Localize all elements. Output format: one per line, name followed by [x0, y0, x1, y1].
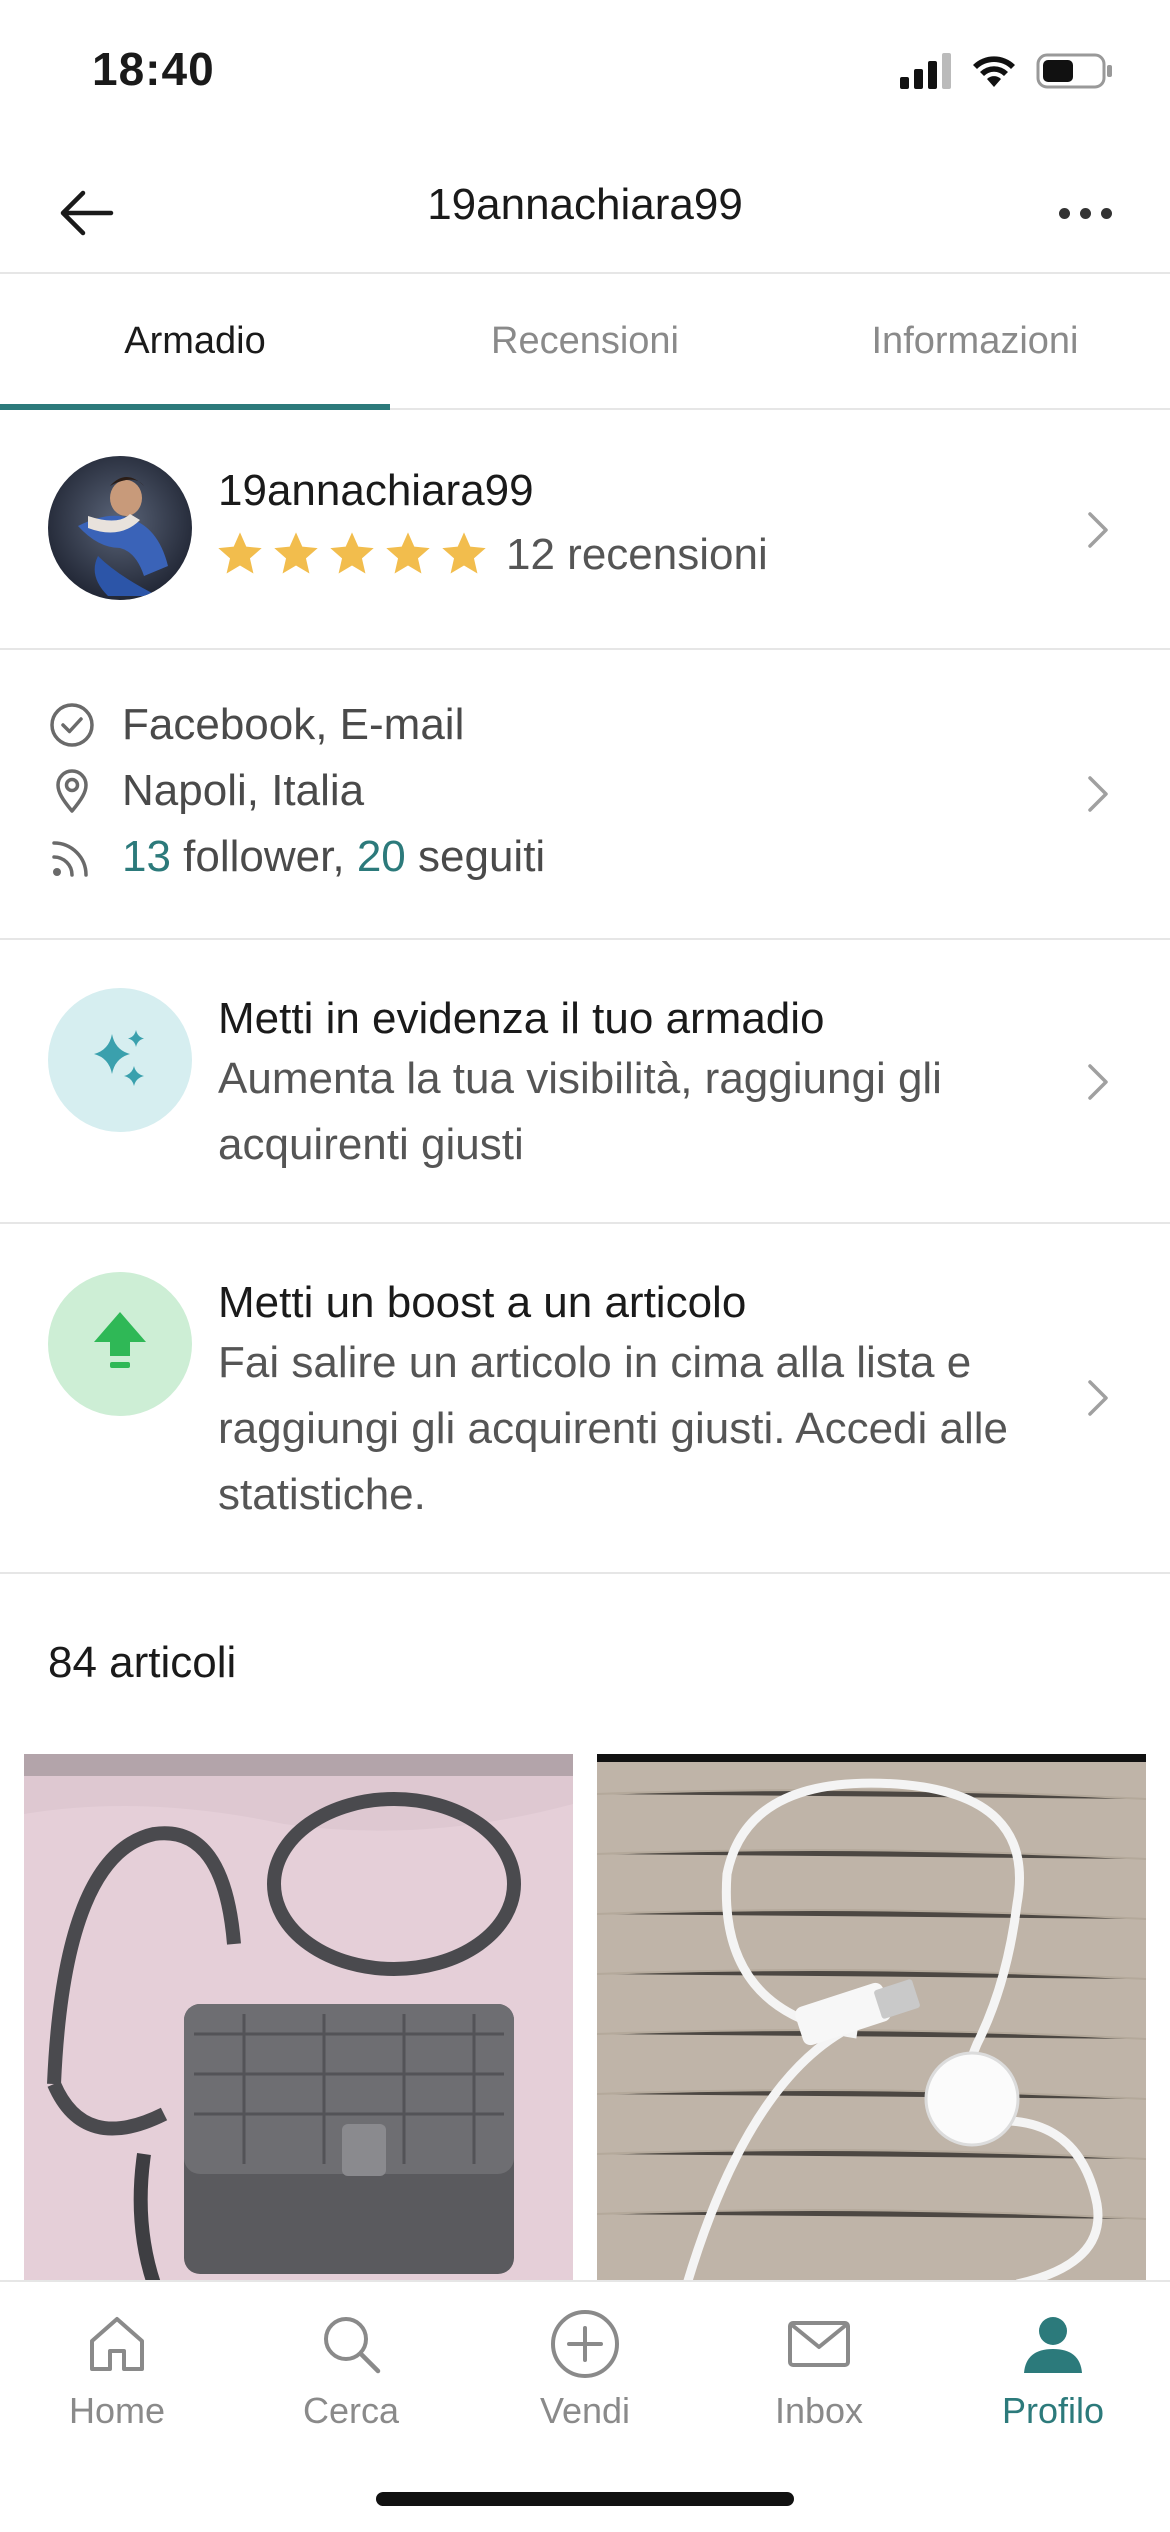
battery-icon [1036, 53, 1112, 89]
promo-wardrobe-text: Aumenta la tua visibilità, raggiungi gli… [218, 1054, 942, 1169]
item-card-bag[interactable] [24, 1754, 573, 2284]
bottom-tab-bar: Home Cerca Vendi Inbox Profilo [0, 2280, 1170, 2532]
chevron-right-icon [1088, 1064, 1108, 1100]
chevron-right-icon [1088, 776, 1108, 812]
profile-summary-row[interactable]: 19annachiara99 12 recensioni [0, 410, 1170, 650]
star-icon [218, 532, 262, 574]
status-icons [900, 52, 1114, 90]
mail-icon [783, 2308, 855, 2380]
tabbar-search[interactable]: Cerca [234, 2282, 468, 2452]
location-text: Napoli, Italia [122, 766, 365, 815]
wifi-icon [973, 56, 1015, 87]
promo-boost-text: Fai salire un articolo in cima alla list… [218, 1338, 1009, 1519]
plus-circle-icon [549, 2308, 621, 2380]
items-count: 84 articoli [48, 1638, 237, 1687]
more-dot-icon [1058, 207, 1070, 219]
profile-info-row[interactable]: Facebook, E-mail Napoli, Italia 13 follo… [0, 650, 1170, 940]
item-photo-charger [597, 1754, 1146, 2284]
home-icon [81, 2308, 153, 2380]
tabbar-search-label: Cerca [302, 2390, 400, 2431]
tabbar-inbox-label: Inbox [774, 2390, 864, 2431]
tabbar-profile-label: Profilo [1001, 2390, 1105, 2431]
verified-text: Facebook, E-mail [122, 700, 465, 749]
page-title: 19annachiara99 [427, 180, 743, 229]
promo-boost-title: Metti un boost a un articolo [218, 1278, 747, 1327]
tabbar-profile[interactable]: Profilo [936, 2282, 1170, 2452]
check-circle-icon [48, 701, 96, 749]
followers-label: follower, [170, 832, 357, 881]
tab-informazioni[interactable]: Informazioni [780, 274, 1170, 408]
star-icon [386, 532, 430, 574]
following-label: seguiti [405, 832, 546, 881]
home-indicator [376, 2492, 794, 2506]
follow-line: 13 follower, 20 seguiti [48, 832, 545, 882]
status-bar: 18:40 [0, 0, 1170, 150]
tab-armadio[interactable]: Armadio [0, 274, 390, 410]
tabbar-sell[interactable]: Vendi [468, 2282, 702, 2452]
nav-header: 19annachiara99 [0, 150, 1170, 274]
item-photo-bag [24, 1754, 573, 2284]
promo-boost-item[interactable]: Metti un boost a un articolo Fai salire … [0, 1224, 1170, 1574]
followers-count[interactable]: 13 [122, 832, 171, 882]
reviews-count: 12 recensioni [506, 530, 768, 579]
avatar-image [48, 456, 192, 600]
chevron-right-icon [1088, 512, 1108, 548]
verified-line: Facebook, E-mail [48, 700, 464, 750]
profile-username: 19annachiara99 [218, 466, 534, 515]
more-dot-icon [1100, 207, 1112, 219]
sparkles-badge [48, 988, 192, 1132]
tab-recensioni[interactable]: Recensioni [390, 274, 780, 408]
promo-wardrobe-title: Metti in evidenza il tuo armadio [218, 994, 825, 1043]
profile-tabs: Armadio Recensioni Informazioni [0, 274, 1170, 410]
rss-icon [48, 833, 96, 881]
signal-icon [900, 53, 951, 89]
star-icon [442, 532, 486, 574]
boost-badge [48, 1272, 192, 1416]
following-count[interactable]: 20 [357, 832, 406, 882]
item-card-charger[interactable] [597, 1754, 1146, 2284]
more-dot-icon [1079, 207, 1091, 219]
user-icon [1017, 2308, 1089, 2380]
star-icon [274, 532, 318, 574]
tabbar-home[interactable]: Home [0, 2282, 234, 2452]
star-icon [330, 532, 374, 574]
more-options-button[interactable] [1040, 178, 1130, 248]
sparkles-icon [94, 1030, 144, 1086]
tabbar-sell-label: Vendi [539, 2390, 631, 2431]
status-time: 18:40 [92, 43, 215, 95]
tabbar-home-label: Home [68, 2390, 166, 2431]
search-icon [315, 2308, 387, 2380]
location-line: Napoli, Italia [48, 766, 364, 816]
rating-stars [214, 528, 490, 580]
location-pin-icon [48, 767, 96, 815]
avatar [48, 456, 192, 600]
tabbar-inbox[interactable]: Inbox [702, 2282, 936, 2452]
chevron-right-icon [1088, 1380, 1108, 1416]
items-grid [24, 1754, 1146, 2284]
boost-arrow-icon [94, 1312, 146, 1368]
promo-highlight-wardrobe[interactable]: Metti in evidenza il tuo armadio Aumenta… [0, 940, 1170, 1224]
